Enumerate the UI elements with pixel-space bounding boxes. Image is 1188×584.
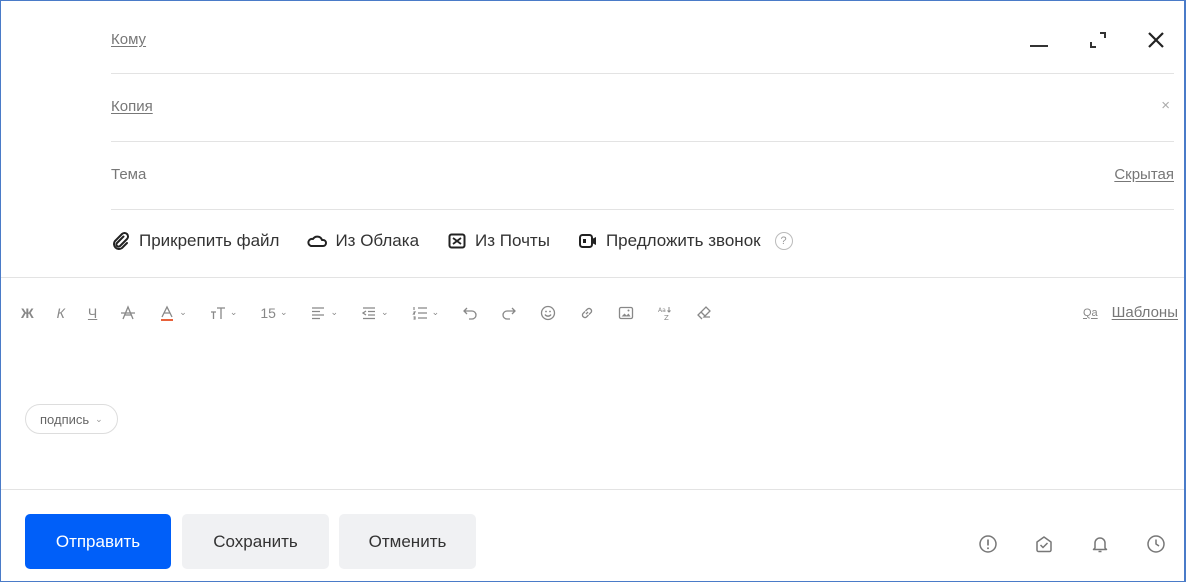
chevron-down-icon: ⌄: [95, 413, 103, 424]
signature-dropdown[interactable]: подпись ⌄: [25, 404, 118, 434]
suggest-call-button[interactable]: Предложить звонок: [578, 231, 761, 251]
numbered-list-icon: [411, 306, 427, 320]
from-cloud-button[interactable]: Из Облака: [307, 231, 419, 251]
font-family-button[interactable]: ⌄: [210, 305, 238, 321]
svg-text:Z: Z: [664, 314, 669, 321]
signature-label: подпись: [40, 411, 90, 427]
redo-button[interactable]: [501, 305, 517, 321]
compose-window: Кому Копия × Тема Скрытая Прикрепить фай…: [0, 0, 1186, 582]
window-controls: [1026, 25, 1170, 53]
formatting-toolbar: Ж К Ч ⌄ ⌄ 15 ⌄ ⌄ ⌄ ⌄ Aa Z Qa Шаблоны: [1, 277, 1184, 347]
emoji-button[interactable]: [540, 305, 556, 321]
footer-actions: [978, 534, 1166, 554]
italic-label: К: [56, 304, 65, 321]
list-button[interactable]: ⌄: [411, 305, 440, 321]
expand-icon[interactable]: [1084, 25, 1112, 53]
image-button[interactable]: [618, 305, 634, 321]
cc-row: Копия ×: [111, 73, 1174, 142]
templates-icon: Qa: [1082, 306, 1098, 319]
cancel-button[interactable]: Отменить: [339, 514, 476, 569]
strikethrough-button[interactable]: [120, 304, 136, 321]
templates-button[interactable]: Qa Шаблоны: [1083, 304, 1178, 321]
to-row: Кому: [111, 1, 1174, 74]
read-receipt-icon[interactable]: [1034, 534, 1054, 554]
to-label[interactable]: Кому: [111, 31, 146, 48]
font-size-value: 15: [260, 304, 276, 321]
paperclip-icon: [113, 231, 130, 250]
chevron-down-icon: ⌄: [431, 307, 440, 317]
help-icon[interactable]: ?: [774, 232, 793, 250]
attachments-row: Прикрепить файл Из Облака Из Почты Предл…: [111, 209, 1174, 277]
text-color-icon: [161, 305, 174, 321]
from-mail-button[interactable]: Из Почты: [447, 231, 550, 251]
cloud-icon: [307, 235, 328, 247]
subject-field[interactable]: Тема: [111, 166, 146, 183]
attach-file-label: Прикрепить файл: [139, 231, 280, 250]
link-button[interactable]: [579, 305, 595, 321]
bold-button[interactable]: Ж: [21, 305, 34, 321]
chevron-down-icon: ⌄: [330, 307, 339, 317]
smiley-icon: [540, 305, 556, 320]
eraser-icon: [697, 305, 712, 319]
suggest-call-label: Предложить звонок: [605, 231, 761, 250]
undo-icon: [463, 307, 477, 320]
cc-label[interactable]: Копия: [111, 98, 153, 115]
link-icon: [582, 307, 593, 318]
transliterate-button[interactable]: Aa Z: [657, 305, 673, 321]
important-icon[interactable]: [978, 534, 998, 554]
strikethrough-icon: [121, 304, 136, 319]
attach-file-button[interactable]: Прикрепить файл: [111, 231, 279, 251]
compose-footer: Отправить Сохранить Отменить: [1, 489, 1184, 581]
close-icon[interactable]: [1142, 25, 1170, 53]
indent-button[interactable]: ⌄: [361, 305, 389, 321]
chevron-down-icon: ⌄: [179, 307, 187, 317]
minimize-icon[interactable]: [1026, 25, 1054, 53]
bcc-link[interactable]: Скрытая: [1114, 166, 1174, 183]
font-size-select[interactable]: 15 ⌄: [260, 305, 287, 321]
image-icon: [618, 306, 634, 319]
from-mail-label: Из Почты: [475, 231, 550, 250]
attachments-bar: Прикрепить файл Из Облака Из Почты Предл…: [111, 231, 793, 251]
indent-icon: [361, 306, 376, 319]
video-camera-icon: [578, 234, 596, 248]
cc-remove-icon[interactable]: ×: [1161, 97, 1170, 114]
clock-icon[interactable]: [1146, 534, 1166, 554]
chevron-down-icon: ⌄: [381, 307, 389, 317]
redo-icon: [502, 307, 517, 320]
templates-label: Шаблоны: [1111, 304, 1178, 321]
chevron-down-icon: ⌄: [279, 307, 288, 317]
send-button[interactable]: Отправить: [25, 514, 171, 569]
align-button[interactable]: ⌄: [310, 305, 338, 321]
chevron-down-icon: ⌄: [229, 307, 238, 317]
clear-format-button[interactable]: [696, 305, 712, 321]
undo-button[interactable]: [462, 305, 478, 321]
bell-icon[interactable]: [1090, 534, 1110, 554]
transliterate-icon: AaZ: [658, 306, 671, 321]
bold-label: Ж: [21, 304, 34, 321]
svg-text:Aa: Aa: [658, 307, 666, 314]
italic-button[interactable]: К: [57, 305, 65, 321]
font-icon: [210, 306, 225, 319]
save-button[interactable]: Сохранить: [182, 514, 329, 569]
align-left-icon: [312, 306, 325, 319]
from-cloud-label: Из Облака: [335, 231, 420, 250]
mail-icon: [448, 233, 466, 249]
subject-row[interactable]: Тема Скрытая: [111, 141, 1174, 210]
underline-label: Ч: [87, 304, 98, 321]
text-color-button[interactable]: ⌄: [159, 305, 187, 321]
underline-button[interactable]: Ч: [88, 305, 97, 321]
